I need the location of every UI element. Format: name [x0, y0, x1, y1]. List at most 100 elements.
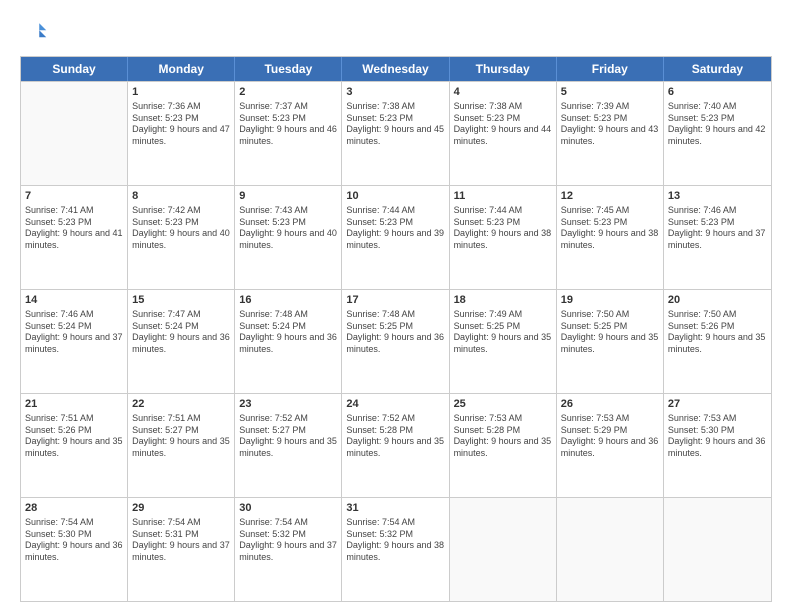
- calendar-cell: 18Sunrise: 7:49 AMSunset: 5:25 PMDayligh…: [450, 290, 557, 393]
- cell-info: Sunrise: 7:40 AMSunset: 5:23 PMDaylight:…: [668, 101, 767, 148]
- calendar-cell: 10Sunrise: 7:44 AMSunset: 5:23 PMDayligh…: [342, 186, 449, 289]
- cell-info: Sunrise: 7:53 AMSunset: 5:29 PMDaylight:…: [561, 413, 659, 460]
- cell-info: Sunrise: 7:37 AMSunset: 5:23 PMDaylight:…: [239, 101, 337, 148]
- day-number: 15: [132, 293, 230, 308]
- cell-info: Sunrise: 7:53 AMSunset: 5:28 PMDaylight:…: [454, 413, 552, 460]
- calendar-cell: 8Sunrise: 7:42 AMSunset: 5:23 PMDaylight…: [128, 186, 235, 289]
- day-number: 20: [668, 293, 767, 308]
- calendar-cell: 24Sunrise: 7:52 AMSunset: 5:28 PMDayligh…: [342, 394, 449, 497]
- calendar-cell: 19Sunrise: 7:50 AMSunset: 5:25 PMDayligh…: [557, 290, 664, 393]
- calendar-cell: 14Sunrise: 7:46 AMSunset: 5:24 PMDayligh…: [21, 290, 128, 393]
- cell-info: Sunrise: 7:54 AMSunset: 5:31 PMDaylight:…: [132, 517, 230, 564]
- day-number: 12: [561, 189, 659, 204]
- cell-info: Sunrise: 7:53 AMSunset: 5:30 PMDaylight:…: [668, 413, 767, 460]
- cell-info: Sunrise: 7:51 AMSunset: 5:26 PMDaylight:…: [25, 413, 123, 460]
- calendar-cell: 30Sunrise: 7:54 AMSunset: 5:32 PMDayligh…: [235, 498, 342, 601]
- calendar-row-5: 28Sunrise: 7:54 AMSunset: 5:30 PMDayligh…: [21, 497, 771, 601]
- cell-info: Sunrise: 7:47 AMSunset: 5:24 PMDaylight:…: [132, 309, 230, 356]
- calendar-cell: 21Sunrise: 7:51 AMSunset: 5:26 PMDayligh…: [21, 394, 128, 497]
- day-number: 19: [561, 293, 659, 308]
- day-number: 7: [25, 189, 123, 204]
- calendar-row-1: 1Sunrise: 7:36 AMSunset: 5:23 PMDaylight…: [21, 81, 771, 185]
- calendar-cell: [664, 498, 771, 601]
- header-cell-sunday: Sunday: [21, 57, 128, 81]
- day-number: 24: [346, 397, 444, 412]
- calendar-cell: 2Sunrise: 7:37 AMSunset: 5:23 PMDaylight…: [235, 82, 342, 185]
- day-number: 25: [454, 397, 552, 412]
- header-cell-wednesday: Wednesday: [342, 57, 449, 81]
- cell-info: Sunrise: 7:51 AMSunset: 5:27 PMDaylight:…: [132, 413, 230, 460]
- day-number: 17: [346, 293, 444, 308]
- cell-info: Sunrise: 7:44 AMSunset: 5:23 PMDaylight:…: [346, 205, 444, 252]
- cell-info: Sunrise: 7:54 AMSunset: 5:32 PMDaylight:…: [239, 517, 337, 564]
- cell-info: Sunrise: 7:52 AMSunset: 5:28 PMDaylight:…: [346, 413, 444, 460]
- cell-info: Sunrise: 7:50 AMSunset: 5:25 PMDaylight:…: [561, 309, 659, 356]
- day-number: 21: [25, 397, 123, 412]
- day-number: 18: [454, 293, 552, 308]
- calendar-cell: 15Sunrise: 7:47 AMSunset: 5:24 PMDayligh…: [128, 290, 235, 393]
- calendar-cell: 9Sunrise: 7:43 AMSunset: 5:23 PMDaylight…: [235, 186, 342, 289]
- day-number: 29: [132, 501, 230, 516]
- cell-info: Sunrise: 7:54 AMSunset: 5:30 PMDaylight:…: [25, 517, 123, 564]
- cell-info: Sunrise: 7:36 AMSunset: 5:23 PMDaylight:…: [132, 101, 230, 148]
- calendar-cell: 1Sunrise: 7:36 AMSunset: 5:23 PMDaylight…: [128, 82, 235, 185]
- day-number: 28: [25, 501, 123, 516]
- cell-info: Sunrise: 7:38 AMSunset: 5:23 PMDaylight:…: [454, 101, 552, 148]
- calendar-cell: 12Sunrise: 7:45 AMSunset: 5:23 PMDayligh…: [557, 186, 664, 289]
- calendar-body: 1Sunrise: 7:36 AMSunset: 5:23 PMDaylight…: [21, 81, 771, 601]
- day-number: 11: [454, 189, 552, 204]
- header-cell-thursday: Thursday: [450, 57, 557, 81]
- cell-info: Sunrise: 7:46 AMSunset: 5:23 PMDaylight:…: [668, 205, 767, 252]
- calendar-cell: 25Sunrise: 7:53 AMSunset: 5:28 PMDayligh…: [450, 394, 557, 497]
- day-number: 6: [668, 85, 767, 100]
- day-number: 26: [561, 397, 659, 412]
- cell-info: Sunrise: 7:50 AMSunset: 5:26 PMDaylight:…: [668, 309, 767, 356]
- day-number: 16: [239, 293, 337, 308]
- calendar-header: SundayMondayTuesdayWednesdayThursdayFrid…: [21, 57, 771, 81]
- calendar-cell: 13Sunrise: 7:46 AMSunset: 5:23 PMDayligh…: [664, 186, 771, 289]
- day-number: 1: [132, 85, 230, 100]
- calendar-cell: 4Sunrise: 7:38 AMSunset: 5:23 PMDaylight…: [450, 82, 557, 185]
- calendar-cell: 6Sunrise: 7:40 AMSunset: 5:23 PMDaylight…: [664, 82, 771, 185]
- cell-info: Sunrise: 7:54 AMSunset: 5:32 PMDaylight:…: [346, 517, 444, 564]
- day-number: 2: [239, 85, 337, 100]
- calendar-cell: 26Sunrise: 7:53 AMSunset: 5:29 PMDayligh…: [557, 394, 664, 497]
- calendar-cell: 28Sunrise: 7:54 AMSunset: 5:30 PMDayligh…: [21, 498, 128, 601]
- day-number: 31: [346, 501, 444, 516]
- day-number: 9: [239, 189, 337, 204]
- day-number: 10: [346, 189, 444, 204]
- calendar-cell: [450, 498, 557, 601]
- calendar-row-3: 14Sunrise: 7:46 AMSunset: 5:24 PMDayligh…: [21, 289, 771, 393]
- calendar-cell: 17Sunrise: 7:48 AMSunset: 5:25 PMDayligh…: [342, 290, 449, 393]
- cell-info: Sunrise: 7:48 AMSunset: 5:24 PMDaylight:…: [239, 309, 337, 356]
- calendar-row-2: 7Sunrise: 7:41 AMSunset: 5:23 PMDaylight…: [21, 185, 771, 289]
- logo: [20, 18, 52, 46]
- cell-info: Sunrise: 7:48 AMSunset: 5:25 PMDaylight:…: [346, 309, 444, 356]
- calendar-page: SundayMondayTuesdayWednesdayThursdayFrid…: [0, 0, 792, 612]
- day-number: 23: [239, 397, 337, 412]
- cell-info: Sunrise: 7:44 AMSunset: 5:23 PMDaylight:…: [454, 205, 552, 252]
- header-cell-monday: Monday: [128, 57, 235, 81]
- day-number: 5: [561, 85, 659, 100]
- calendar-cell: 27Sunrise: 7:53 AMSunset: 5:30 PMDayligh…: [664, 394, 771, 497]
- cell-info: Sunrise: 7:49 AMSunset: 5:25 PMDaylight:…: [454, 309, 552, 356]
- day-number: 3: [346, 85, 444, 100]
- cell-info: Sunrise: 7:38 AMSunset: 5:23 PMDaylight:…: [346, 101, 444, 148]
- cell-info: Sunrise: 7:43 AMSunset: 5:23 PMDaylight:…: [239, 205, 337, 252]
- header-cell-tuesday: Tuesday: [235, 57, 342, 81]
- calendar-cell: [21, 82, 128, 185]
- calendar-cell: [557, 498, 664, 601]
- calendar-cell: 5Sunrise: 7:39 AMSunset: 5:23 PMDaylight…: [557, 82, 664, 185]
- calendar-cell: 22Sunrise: 7:51 AMSunset: 5:27 PMDayligh…: [128, 394, 235, 497]
- calendar-cell: 16Sunrise: 7:48 AMSunset: 5:24 PMDayligh…: [235, 290, 342, 393]
- cell-info: Sunrise: 7:46 AMSunset: 5:24 PMDaylight:…: [25, 309, 123, 356]
- calendar-cell: 31Sunrise: 7:54 AMSunset: 5:32 PMDayligh…: [342, 498, 449, 601]
- cell-info: Sunrise: 7:41 AMSunset: 5:23 PMDaylight:…: [25, 205, 123, 252]
- calendar-cell: 11Sunrise: 7:44 AMSunset: 5:23 PMDayligh…: [450, 186, 557, 289]
- cell-info: Sunrise: 7:52 AMSunset: 5:27 PMDaylight:…: [239, 413, 337, 460]
- calendar-row-4: 21Sunrise: 7:51 AMSunset: 5:26 PMDayligh…: [21, 393, 771, 497]
- calendar-cell: 3Sunrise: 7:38 AMSunset: 5:23 PMDaylight…: [342, 82, 449, 185]
- calendar-cell: 7Sunrise: 7:41 AMSunset: 5:23 PMDaylight…: [21, 186, 128, 289]
- header-cell-saturday: Saturday: [664, 57, 771, 81]
- day-number: 8: [132, 189, 230, 204]
